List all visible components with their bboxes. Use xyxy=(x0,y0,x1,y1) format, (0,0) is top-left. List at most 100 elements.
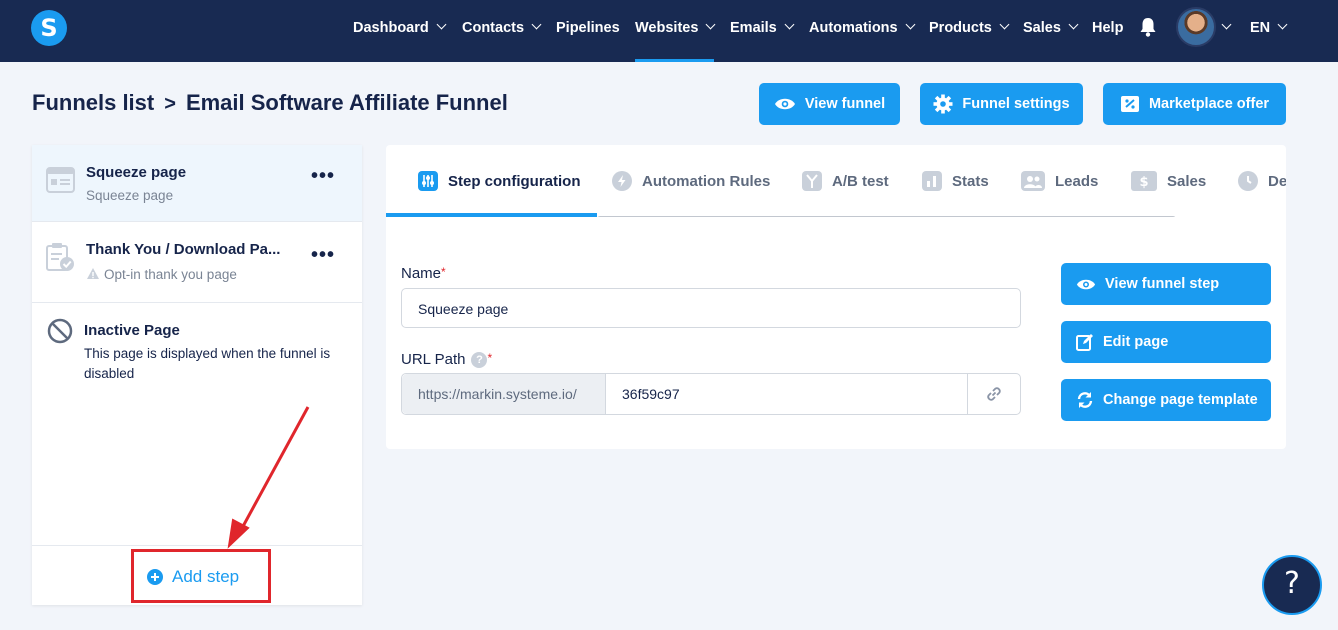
view-funnel-button[interactable]: View funnel xyxy=(759,83,900,125)
tab-ab-test[interactable]: A/B test xyxy=(802,171,889,191)
bolt-icon xyxy=(612,171,632,191)
nav-label: Pipelines xyxy=(556,20,620,36)
tab-label: Sales xyxy=(1167,172,1207,190)
nav-label: Websites xyxy=(635,20,699,36)
marketplace-offer-label: Marketplace offer xyxy=(1148,96,1270,112)
active-tab-indicator xyxy=(386,213,597,217)
name-label-text: Name xyxy=(401,265,442,282)
svg-text:$: $ xyxy=(1139,175,1148,190)
nav-item-emails[interactable]: Emails xyxy=(730,18,795,38)
chevron-down-icon xyxy=(1068,19,1079,30)
breadcrumb-link-funnels[interactable]: Funnels list xyxy=(32,90,154,115)
url-path-input[interactable]: 36f59c97 xyxy=(622,374,680,414)
url-label-text: URL Path xyxy=(401,351,466,368)
step-more-menu-button[interactable]: ••• xyxy=(311,244,335,267)
chevron-down-icon xyxy=(705,19,716,30)
name-input-value: Squeeze page xyxy=(418,301,509,317)
nav-item-help[interactable]: Help xyxy=(1092,18,1123,38)
view-funnel-step-button[interactable]: View funnel step xyxy=(1061,263,1271,305)
change-page-template-button[interactable]: Change page template xyxy=(1061,379,1271,421)
chevron-down-icon xyxy=(999,19,1010,30)
step-tabs: Step configuration Automation Rules A/B … xyxy=(386,145,1286,217)
tab-leads[interactable]: Leads xyxy=(1021,171,1098,191)
step-config-card: Step configuration Automation Rules A/B … xyxy=(386,145,1286,449)
users-icon xyxy=(1021,171,1045,191)
tab-label: A/B test xyxy=(832,172,889,190)
edit-page-button[interactable]: Edit page xyxy=(1061,321,1271,363)
nav-item-contacts[interactable]: Contacts xyxy=(462,18,542,38)
tab-label: Stats xyxy=(952,172,989,190)
gear-icon xyxy=(933,94,953,114)
help-icon[interactable]: ? xyxy=(471,352,488,369)
url-prefix: https://markin.systeme.io/ xyxy=(402,374,606,414)
tab-step-configuration[interactable]: Step configuration xyxy=(418,171,581,191)
disabled-icon xyxy=(47,318,73,344)
squeeze-page-icon xyxy=(46,167,75,193)
name-input[interactable]: Squeeze page xyxy=(401,288,1021,328)
inactive-page-description: This page is displayed when the funnel i… xyxy=(84,346,331,381)
breadcrumb-separator: > xyxy=(164,93,176,115)
nav-item-websites[interactable]: Websites xyxy=(635,18,716,38)
tab-de[interactable]: De xyxy=(1238,171,1286,191)
marketplace-offer-button[interactable]: Marketplace offer xyxy=(1103,83,1286,125)
chevron-down-icon xyxy=(1277,19,1288,30)
tab-label: De xyxy=(1268,172,1286,190)
edit-icon xyxy=(1076,334,1093,351)
step-title: Squeeze page xyxy=(86,164,187,181)
copy-link-button[interactable] xyxy=(967,374,1020,414)
tab-sales[interactable]: $ Sales xyxy=(1131,171,1206,191)
nav-label: Automations xyxy=(809,20,898,36)
view-funnel-step-label: View funnel step xyxy=(1105,276,1220,292)
nav-label: Help xyxy=(1092,20,1124,36)
url-field-label: URL Path? * xyxy=(401,351,493,369)
systeme-logo[interactable]: S xyxy=(31,10,67,46)
user-avatar[interactable] xyxy=(1176,7,1216,47)
tab-stats[interactable]: Stats xyxy=(922,171,989,191)
nav-label: Contacts xyxy=(462,20,525,36)
help-chat-button[interactable]: ? xyxy=(1262,555,1322,615)
inactive-page-title[interactable]: Inactive Page xyxy=(84,322,180,339)
tabs-scrollbar[interactable] xyxy=(597,216,1176,217)
sliders-icon xyxy=(418,171,438,191)
nav-label: Dashboard xyxy=(353,20,429,36)
nav-item-products[interactable]: Products xyxy=(929,18,1010,38)
active-nav-indicator xyxy=(635,59,714,62)
nav-item-pipelines[interactable]: Pipelines xyxy=(556,18,620,38)
dollar-icon: $ xyxy=(1131,171,1157,191)
step-more-menu-button[interactable]: ••• xyxy=(311,165,335,188)
tab-label: Step configuration xyxy=(448,172,581,190)
required-marker: * xyxy=(487,351,493,365)
eye-icon xyxy=(1076,279,1096,289)
highlight-box xyxy=(131,549,271,603)
bar-chart-icon xyxy=(922,171,942,191)
nav-label: Products xyxy=(929,20,992,36)
language-selector[interactable]: EN xyxy=(1250,18,1288,38)
funnel-settings-button[interactable]: Funnel settings xyxy=(920,83,1083,125)
step-type-label: Opt-in thank you page xyxy=(104,267,237,282)
eye-icon xyxy=(774,98,795,110)
tab-automation-rules[interactable]: Automation Rules xyxy=(612,171,770,191)
chevron-down-icon xyxy=(784,19,795,30)
avatar-menu-toggle[interactable] xyxy=(1221,18,1232,38)
warning-icon xyxy=(87,268,99,279)
page-title: Email Software Affiliate Funnel xyxy=(185,90,508,115)
change-page-template-label: Change page template xyxy=(1103,392,1258,408)
language-label: EN xyxy=(1250,20,1271,36)
funnel-steps-panel: Squeeze page Squeeze page ••• Thank You … xyxy=(32,145,362,605)
funnel-step-item[interactable]: Thank You / Download Pa... Opt-in thank … xyxy=(32,222,362,303)
clock-icon xyxy=(1238,171,1258,191)
url-path-field: https://markin.systeme.io/ 36f59c97 xyxy=(401,373,1021,415)
chevron-down-icon xyxy=(905,19,916,30)
bell-icon[interactable] xyxy=(1139,16,1157,38)
nav-item-sales[interactable]: Sales xyxy=(1023,18,1079,38)
nav-item-dashboard[interactable]: Dashboard xyxy=(353,18,447,38)
funnel-step-item[interactable]: Squeeze page Squeeze page ••• xyxy=(32,145,362,222)
link-icon xyxy=(987,387,1001,401)
refresh-icon xyxy=(1077,392,1093,408)
step-type: Opt-in thank you page xyxy=(86,267,237,282)
nav-label: Emails xyxy=(730,20,777,36)
nav-label: Sales xyxy=(1023,20,1061,36)
chevron-down-icon xyxy=(1221,19,1232,30)
nav-item-automations[interactable]: Automations xyxy=(809,18,916,38)
chevron-down-icon xyxy=(436,19,447,30)
